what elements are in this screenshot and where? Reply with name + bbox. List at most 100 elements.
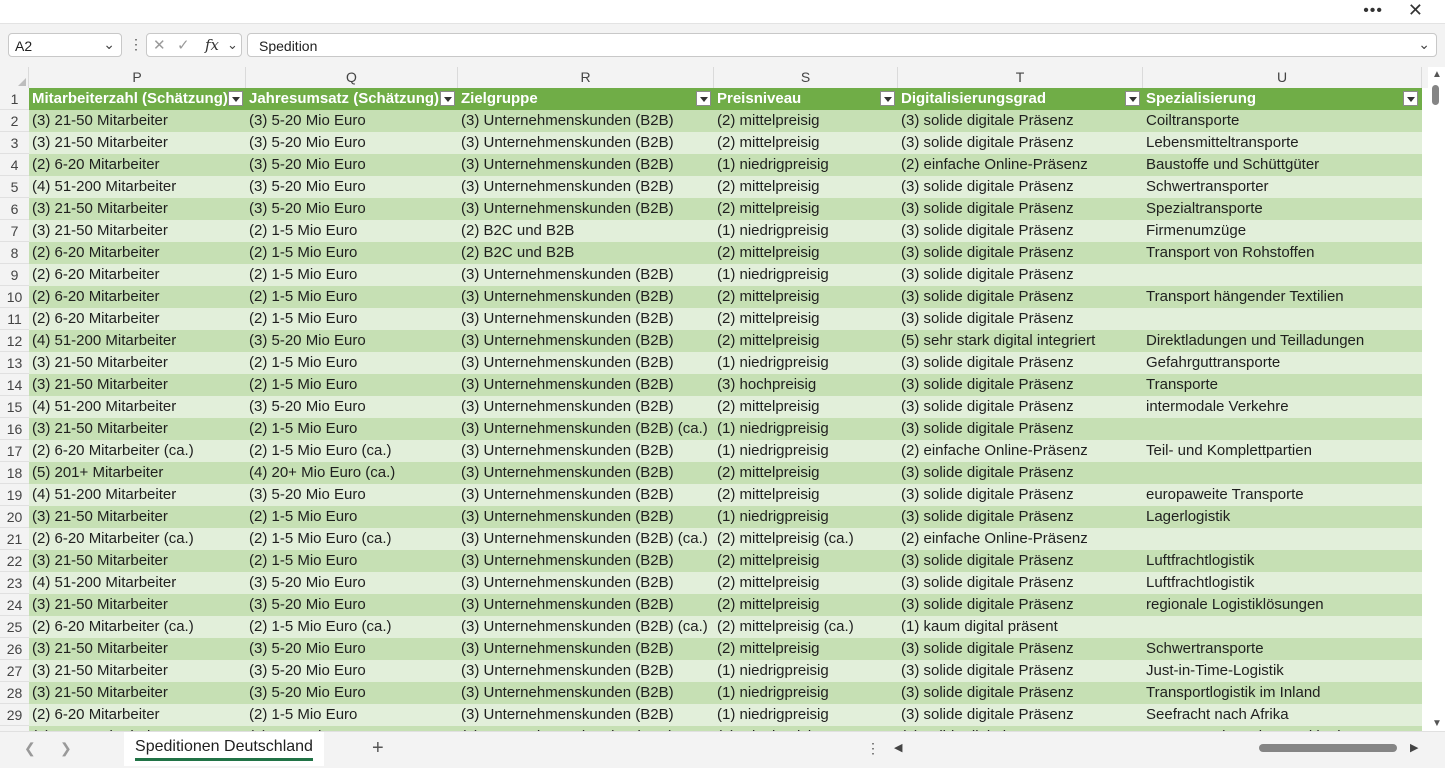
row-number[interactable]: 1 <box>0 88 29 110</box>
table-cell[interactable]: (2) 1-5 Mio Euro <box>246 550 458 572</box>
row-number[interactable]: 19 <box>0 484 29 506</box>
table-cell[interactable]: (3) solide digitale Präsenz <box>898 704 1143 726</box>
table-cell[interactable]: (2) mittelpreisig <box>714 550 898 572</box>
table-cell[interactable]: (3) 5-20 Mio Euro <box>246 638 458 660</box>
table-cell[interactable]: Lagerlogistik <box>1143 506 1422 528</box>
table-cell[interactable]: (3) solide digitale Präsenz <box>898 308 1143 330</box>
row-number[interactable]: 6 <box>0 198 29 220</box>
row-number[interactable]: 22 <box>0 550 29 572</box>
table-cell[interactable]: (3) Unternehmenskunden (B2B) <box>458 396 714 418</box>
table-cell[interactable]: (2) einfache Online-Präsenz <box>898 440 1143 462</box>
table-cell[interactable]: (2) 1-5 Mio Euro <box>246 704 458 726</box>
table-cell[interactable]: (2) B2C und B2B <box>458 220 714 242</box>
filter-dropdown-icon[interactable] <box>880 91 895 106</box>
table-cell[interactable]: (2) mittelpreisig <box>714 594 898 616</box>
row-number[interactable]: 18 <box>0 462 29 484</box>
table-cell[interactable]: Coiltransporte <box>1143 110 1422 132</box>
header-cell[interactable]: Digitalisierungsgrad <box>898 88 1143 110</box>
table-cell[interactable]: (3) 5-20 Mio Euro <box>246 110 458 132</box>
table-cell[interactable]: (3) solide digitale Präsenz <box>898 352 1143 374</box>
column-header-q[interactable]: Q <box>246 67 458 88</box>
select-all-corner[interactable] <box>0 67 29 88</box>
chevron-down-icon[interactable]: ⌄ <box>227 37 238 53</box>
table-cell[interactable]: (3) solide digitale Präsenz <box>898 550 1143 572</box>
column-header-p[interactable]: P <box>29 67 246 88</box>
table-cell[interactable]: (2) 1-5 Mio Euro (ca.) <box>246 616 458 638</box>
table-cell[interactable]: (2) mittelpreisig <box>714 110 898 132</box>
table-cell[interactable]: (2) 6-20 Mitarbeiter (ca.) <box>29 616 246 638</box>
row-number[interactable]: 25 <box>0 616 29 638</box>
table-cell[interactable]: (3) Unternehmenskunden (B2B) (ca.) <box>458 418 714 440</box>
table-cell[interactable]: (3) solide digitale Präsenz <box>898 132 1143 154</box>
table-cell[interactable]: (1) niedrigpreisig <box>714 418 898 440</box>
table-cell[interactable]: Schwertransporter <box>1143 176 1422 198</box>
row-number[interactable]: 28 <box>0 682 29 704</box>
table-cell[interactable]: (2) 6-20 Mitarbeiter <box>29 264 246 286</box>
table-cell[interactable]: (3) 5-20 Mio Euro <box>246 682 458 704</box>
table-cell[interactable]: Gefahrguttransporte <box>1143 352 1422 374</box>
table-cell[interactable]: Lebensmitteltransporte <box>1143 132 1422 154</box>
table-cell[interactable]: (3) solide digitale Präsenz <box>898 572 1143 594</box>
table-cell[interactable]: (3) 21-50 Mitarbeiter <box>29 220 246 242</box>
vertical-scroll-thumb[interactable] <box>1432 85 1439 105</box>
table-cell[interactable]: (3) 21-50 Mitarbeiter <box>29 352 246 374</box>
table-cell[interactable]: (3) Unternehmenskunden (B2B) <box>458 308 714 330</box>
table-cell[interactable]: (3) 21-50 Mitarbeiter <box>29 638 246 660</box>
table-cell[interactable]: (3) Unternehmenskunden (B2B) <box>458 704 714 726</box>
table-cell[interactable]: (2) 1-5 Mio Euro <box>246 374 458 396</box>
table-cell[interactable]: (3) 21-50 Mitarbeiter <box>29 198 246 220</box>
table-cell[interactable]: (3) 21-50 Mitarbeiter <box>29 660 246 682</box>
table-cell[interactable]: (2) 1-5 Mio Euro <box>246 308 458 330</box>
expand-formula-icon[interactable]: ⌄ <box>1418 36 1430 53</box>
close-icon[interactable]: ✕ <box>1408 0 1423 21</box>
table-cell[interactable]: (3) 5-20 Mio Euro <box>246 198 458 220</box>
row-number[interactable]: 20 <box>0 506 29 528</box>
table-cell[interactable]: (2) einfache Online-Präsenz <box>898 528 1143 550</box>
table-cell[interactable]: (2) mittelpreisig <box>714 198 898 220</box>
row-number[interactable]: 21 <box>0 528 29 550</box>
table-cell[interactable]: (3) solide digitale Präsenz <box>898 594 1143 616</box>
row-number[interactable]: 8 <box>0 242 29 264</box>
table-cell[interactable]: (3) Unternehmenskunden (B2B) (ca.) <box>458 616 714 638</box>
table-cell[interactable]: (5) 201+ Mitarbeiter <box>29 462 246 484</box>
row-number[interactable]: 2 <box>0 110 29 132</box>
table-cell[interactable]: (3) 5-20 Mio Euro <box>246 154 458 176</box>
table-cell[interactable]: (4) 51-200 Mitarbeiter <box>29 396 246 418</box>
header-cell[interactable]: Preisniveau <box>714 88 898 110</box>
horizontal-scroll-thumb[interactable] <box>1259 744 1397 752</box>
table-cell[interactable]: (2) mittelpreisig <box>714 330 898 352</box>
header-cell[interactable]: Zielgruppe <box>458 88 714 110</box>
table-cell[interactable] <box>1143 462 1422 484</box>
table-cell[interactable]: (2) 6-20 Mitarbeiter <box>29 704 246 726</box>
row-number[interactable]: 11 <box>0 308 29 330</box>
column-header-s[interactable]: S <box>714 67 898 88</box>
table-cell[interactable]: (4) 51-200 Mitarbeiter <box>29 330 246 352</box>
row-number[interactable]: 17 <box>0 440 29 462</box>
table-cell[interactable] <box>1143 616 1422 638</box>
scroll-up-icon[interactable]: ▲ <box>1432 69 1442 80</box>
filter-dropdown-icon[interactable] <box>1403 91 1418 106</box>
table-cell[interactable]: Seefracht nach Afrika <box>1143 704 1422 726</box>
filter-dropdown-icon[interactable] <box>440 91 455 106</box>
table-cell[interactable]: Transport von Rohstoffen <box>1143 242 1422 264</box>
row-number[interactable]: 23 <box>0 572 29 594</box>
table-cell[interactable]: (1) niedrigpreisig <box>714 220 898 242</box>
table-cell[interactable]: (2) einfache Online-Präsenz <box>898 154 1143 176</box>
table-cell[interactable]: (1) niedrigpreisig <box>714 704 898 726</box>
table-cell[interactable]: (3) Unternehmenskunden (B2B) <box>458 374 714 396</box>
filter-dropdown-icon[interactable] <box>228 91 243 106</box>
table-cell[interactable]: (3) 21-50 Mitarbeiter <box>29 550 246 572</box>
table-cell[interactable]: Baustoffe und Schüttgüter <box>1143 154 1422 176</box>
header-cell[interactable]: Spezialisierung <box>1143 88 1422 110</box>
scroll-right-icon[interactable]: ▶ <box>1410 741 1418 754</box>
table-cell[interactable]: (3) 21-50 Mitarbeiter <box>29 506 246 528</box>
add-sheet-button[interactable]: + <box>372 737 384 760</box>
row-number[interactable]: 12 <box>0 330 29 352</box>
row-number[interactable]: 9 <box>0 264 29 286</box>
table-cell[interactable]: (4) 51-200 Mitarbeiter <box>29 484 246 506</box>
table-cell[interactable]: (3) 5-20 Mio Euro <box>246 484 458 506</box>
row-number[interactable]: 7 <box>0 220 29 242</box>
table-cell[interactable]: (2) 6-20 Mitarbeiter (ca.) <box>29 440 246 462</box>
table-cell[interactable]: (3) solide digitale Präsenz <box>898 286 1143 308</box>
table-cell[interactable]: (2) B2C und B2B <box>458 242 714 264</box>
